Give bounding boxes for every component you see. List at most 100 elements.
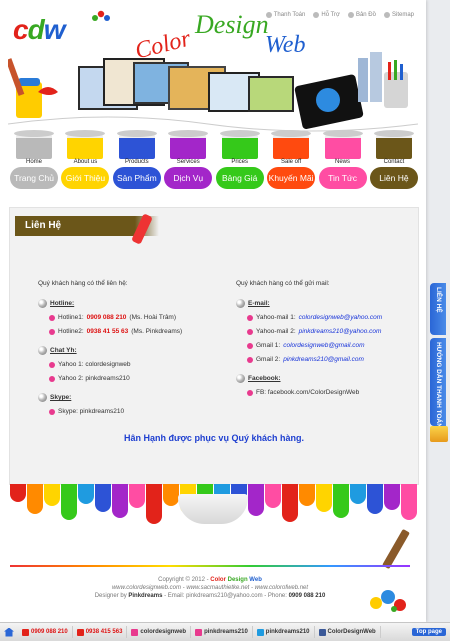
email-intro: Quý khách hàng có thể gửi mail:	[236, 280, 330, 287]
facebook-title: Facebook:	[248, 375, 281, 382]
paint-drip	[316, 484, 332, 512]
skype-heading: Skype:	[38, 393, 218, 402]
top-link-map[interactable]: Bản Đồ	[347, 12, 376, 18]
pin-icon	[38, 299, 47, 308]
menu-item-sublabel: Home	[25, 159, 42, 165]
paint-drip	[333, 484, 349, 518]
menu-item-contact[interactable]: Contact Liên Hệ	[369, 130, 418, 193]
menu-item-sale-off[interactable]: Sale off Khuyến Mãi	[267, 130, 316, 193]
bottom-item-label: colordesignweb	[140, 629, 187, 635]
menu-item-products[interactable]: Products Sản Phẩm	[112, 130, 161, 193]
main-menu: Home Trang Chủ About us Giới Thiệu Product…	[10, 130, 418, 193]
bottom-item-label: pinkdreams210	[265, 629, 310, 635]
paint-can-icon	[65, 130, 106, 159]
paint-drip	[129, 484, 145, 508]
top-links: Thanh Toán Hỗ Trợ Bản Đồ Sitemap	[265, 12, 414, 18]
menu-item-sublabel: Prices	[231, 159, 249, 165]
skype-id[interactable]: Skype: pinkdreams210	[58, 408, 124, 415]
email-item: Yahoo-mail 1: colordesignweb@yahoo.com	[247, 313, 416, 322]
pin-icon	[236, 374, 245, 383]
bottom-item-hotline-2[interactable]: 0938 415 563	[73, 626, 128, 638]
contact-panel: Liên Hệ Quý khách hàng có thể liên hệ: H…	[9, 207, 419, 485]
menu-item-home[interactable]: Home Trang Chủ	[10, 130, 58, 193]
bottom-item-hotline-1[interactable]: 0909 088 210	[18, 626, 73, 638]
hotline-number[interactable]: 0909 088 210	[87, 314, 127, 321]
bottom-item-yahoo-2[interactable]: pinkdreams210	[191, 626, 253, 638]
paint-drip	[146, 484, 162, 524]
footer-brand-web: Web	[249, 577, 262, 583]
menu-item-news[interactable]: News Tin Tức	[318, 130, 367, 193]
menu-item-label: Sản Phẩm	[112, 167, 161, 189]
menu-item-label: Khuyến Mãi	[267, 167, 316, 189]
paint-can-icon	[219, 130, 260, 159]
chat-yahoo-2[interactable]: Yahoo 2: pinkdreams210	[58, 375, 130, 382]
menu-item-sublabel: Contact	[383, 159, 405, 165]
bullet-icon	[247, 314, 253, 321]
menu-item-prices[interactable]: Prices Bảng Giá	[215, 130, 264, 193]
bottom-item-skype[interactable]: pinkdreams210	[253, 626, 315, 638]
facebook-heading: Facebook:	[236, 374, 416, 383]
pin-icon	[236, 299, 245, 308]
facebook-icon	[318, 628, 326, 636]
email-prefix: Gmail 1:	[256, 342, 281, 349]
bottom-item-label: 0909 088 210	[31, 629, 68, 635]
menu-item-about[interactable]: About us Giới Thiệu	[61, 130, 110, 193]
designer-line: Designer by Pinkdreams - Email: pinkdrea…	[60, 592, 360, 600]
hotline-heading: Hotline:	[38, 299, 218, 308]
chat-item: Yahoo 2: pinkdreams210	[49, 374, 218, 383]
email-link[interactable]: colordesignweb@yahoo.com	[299, 314, 383, 321]
yahoo-icon	[195, 628, 203, 636]
footer-brand-design: Design	[227, 577, 248, 583]
skype-item: Skype: pinkdreams210	[49, 407, 218, 416]
email-item: Gmail 1: colordesignweb@gmail.com	[247, 341, 416, 350]
bottom-item-facebook[interactable]: ColorDesignWeb	[315, 626, 381, 638]
bullet-icon	[247, 328, 253, 335]
pencil-icon	[382, 528, 410, 570]
paint-can-icon	[14, 130, 54, 159]
brand-word-design: Design	[195, 10, 269, 39]
footer-sites[interactable]: www.colordesignweb.com - www.sacmauthiet…	[60, 584, 360, 592]
page-title: Liên Hệ	[25, 220, 62, 231]
paint-drip	[248, 484, 264, 516]
chat-yahoo-1[interactable]: Yahoo 1: colordesignweb	[58, 361, 131, 368]
paint-can-icon	[271, 130, 312, 159]
map-icon	[347, 12, 354, 18]
side-tab-contact[interactable]: LIÊN HỆ	[430, 283, 446, 335]
paint-drip	[367, 484, 383, 514]
top-link-support[interactable]: Hỗ Trợ	[313, 12, 340, 18]
bullet-icon	[49, 314, 55, 321]
hotline-number[interactable]: 0938 41 55 63	[87, 328, 129, 335]
bottom-item-label: ColorDesignWeb	[327, 629, 376, 635]
bullet-icon	[49, 375, 55, 382]
bullet-icon	[49, 408, 55, 415]
bottom-item-yahoo-1[interactable]: colordesignweb	[127, 626, 192, 638]
menu-item-sublabel: Services	[176, 159, 200, 165]
paint-drip	[282, 484, 298, 522]
logo-dots-icon	[92, 10, 110, 21]
paint-drip	[350, 484, 366, 504]
paint-can-icon	[373, 130, 414, 159]
menu-item-sublabel: Products	[125, 159, 149, 165]
credit-card-icon[interactable]	[430, 426, 448, 442]
side-tab-payment-guide[interactable]: HƯỚNG DẪN THANH TOÁN	[430, 338, 446, 428]
paint-can-icon	[116, 130, 157, 159]
email-link[interactable]: pinkdreams210@gmail.com	[283, 356, 364, 363]
hotline-item: Hotline2: 0938 41 55 63 (Ms. Pinkdreams)	[49, 327, 218, 336]
rainbow-divider	[10, 565, 410, 567]
menu-item-sublabel: Sale off	[280, 159, 302, 165]
yahoo-icon	[131, 628, 139, 636]
top-link-label: Hỗ Trợ	[321, 12, 340, 18]
email-link[interactable]: colordesignweb@gmail.com	[283, 342, 364, 349]
menu-item-services[interactable]: Services Dịch Vụ	[164, 130, 213, 193]
chat-heading: Chat Yh:	[38, 346, 218, 355]
paint-drip	[401, 484, 417, 520]
top-page-button[interactable]: Top page	[411, 628, 446, 636]
top-link-payment[interactable]: Thanh Toán	[265, 12, 305, 18]
cdw-logo[interactable]: cdw	[13, 10, 110, 45]
home-icon[interactable]	[4, 627, 14, 637]
logo-letter-d: d	[27, 14, 45, 45]
top-link-sitemap[interactable]: Sitemap	[383, 12, 414, 18]
email-link[interactable]: pinkdreams210@yahoo.com	[299, 328, 382, 335]
menu-item-label: Dịch Vụ	[164, 167, 213, 189]
facebook-link[interactable]: FB: facebook.com/ColorDesignWeb	[256, 389, 359, 396]
